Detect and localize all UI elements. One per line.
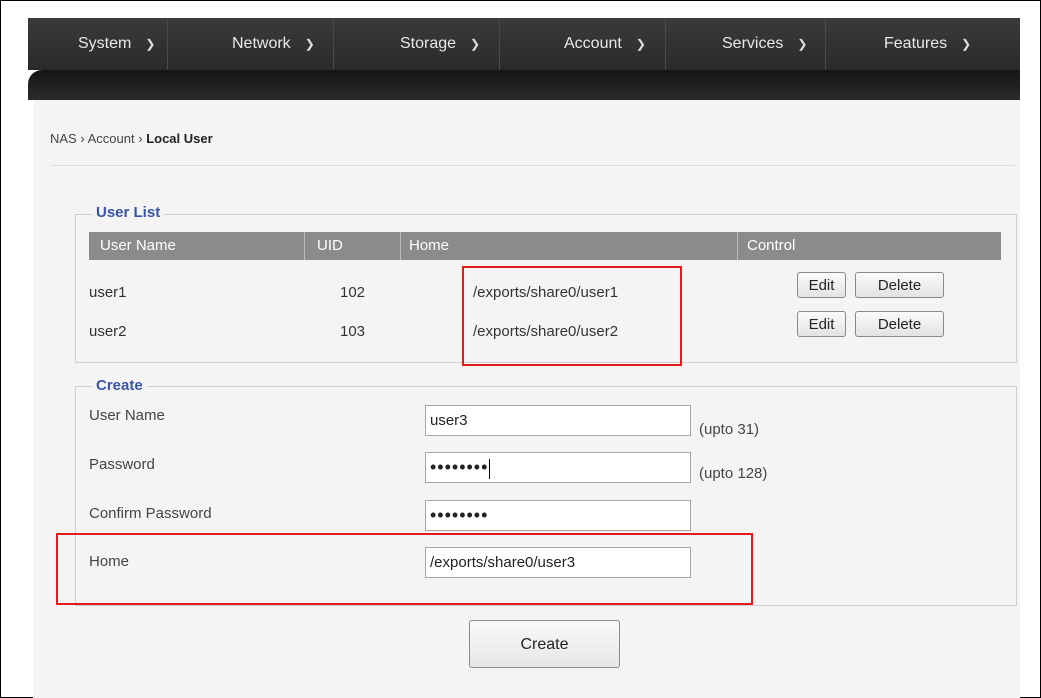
chevron-down-icon: ❯ [635,37,646,51]
nav-submenu-bar [28,70,1020,100]
password-input[interactable]: •••••••• [425,452,691,483]
breadcrumb-current: Local User [146,131,213,146]
col-uid: UID [317,237,343,254]
user-table-header: User Name UID Home Control [89,232,1001,260]
breadcrumb-separator: › [138,131,143,146]
column-divider [304,232,305,260]
username-input[interactable]: user3 [425,405,691,436]
chevron-down-icon: ❯ [797,37,808,51]
chevron-down-icon: ❯ [961,37,972,51]
column-divider [400,232,401,260]
text-caret [489,459,491,480]
chevron-down-icon: ❯ [470,37,481,51]
cell-uid: 102 [340,284,366,301]
nav-storage[interactable]: Storage ❯ [334,18,500,70]
confirm-password-label: Confirm Password [89,505,212,522]
breadcrumb-separator: › [80,131,85,146]
nav-label: Services [722,35,784,52]
password-hint: (upto 128) [699,465,768,482]
cell-uid: 103 [340,323,366,340]
breadcrumb-account[interactable]: Account [88,131,135,146]
password-label: Password [89,456,155,473]
user-list-legend: User List [92,204,165,221]
nav-system[interactable]: System ❯ [28,18,168,70]
nav-label: Features [884,35,948,52]
breadcrumb: NAS › Account › Local User [50,131,213,146]
create-legend: Create [92,377,147,394]
nav-features[interactable]: Features ❯ [826,18,1020,70]
nav-services[interactable]: Services ❯ [666,18,826,70]
username-label: User Name [89,407,165,424]
chevron-down-icon: ❯ [145,37,156,51]
column-divider [737,232,738,260]
delete-button[interactable]: Delete [855,272,944,298]
edit-button[interactable]: Edit [797,272,846,298]
nav-label: Account [564,35,622,52]
password-value: •••••••• [430,457,489,477]
nav-account[interactable]: Account ❯ [500,18,666,70]
cell-user-name: user1 [89,284,127,301]
nav-label: Network [232,35,291,52]
cell-user-name: user2 [89,323,127,340]
confirm-password-value: •••••••• [430,505,489,525]
confirm-password-input[interactable]: •••••••• [425,500,691,531]
breadcrumb-divider [50,165,1015,166]
col-home: Home [409,237,450,254]
breadcrumb-nas[interactable]: NAS [50,131,77,146]
delete-button[interactable]: Delete [855,311,944,337]
nav-network[interactable]: Network ❯ [168,18,334,70]
col-user-name: User Name [100,237,176,254]
top-nav-bar: System ❯ Network ❯ Storage ❯ Account ❯ S… [28,18,1020,70]
col-control: Control [747,237,796,254]
create-button[interactable]: Create [469,620,620,668]
home-column-highlight [462,266,682,366]
username-hint: (upto 31) [699,421,760,438]
home-row-highlight [56,533,753,605]
nav-label: System [78,35,132,52]
nav-label: Storage [400,35,457,52]
chevron-down-icon: ❯ [304,37,315,51]
edit-button[interactable]: Edit [797,311,846,337]
